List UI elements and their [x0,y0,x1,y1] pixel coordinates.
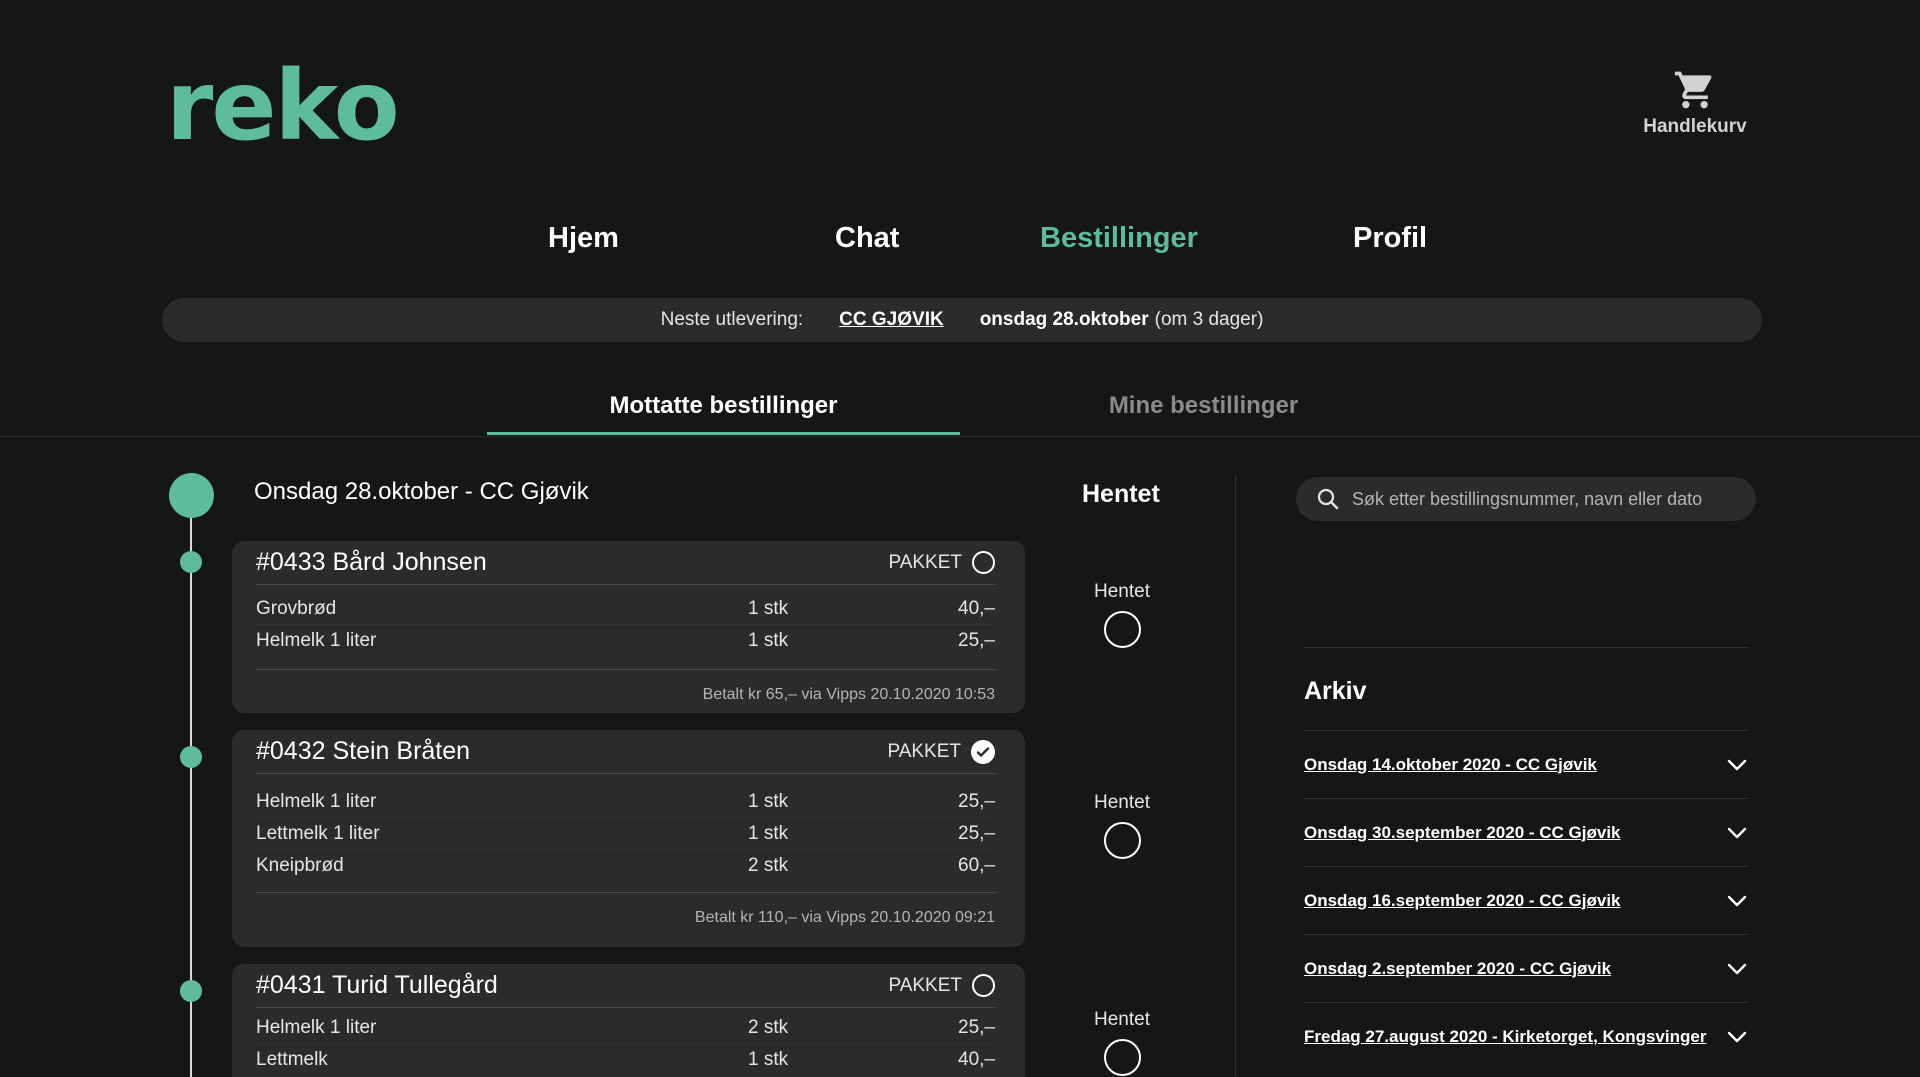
item-price: 40,– [958,1049,995,1070]
archive-link[interactable]: Onsdag 16.september 2020 - CC Gjøvik [1304,891,1621,911]
timeline-group-marker [169,473,214,518]
packed-toggle[interactable]: PAKKET [888,551,995,574]
payment-info: Betalt kr 110,– via Vipps 20.10.2020 09:… [256,892,995,942]
item-qty: 1 stk [748,790,789,812]
chevron-down-icon[interactable] [1726,754,1748,776]
archive-title: Arkiv [1304,677,1367,705]
cart-icon [1674,71,1712,109]
active-tab-indicator [487,432,960,435]
hentet-heading: Hentet [1082,480,1160,508]
hentet-toggle[interactable]: Hentet [1080,581,1164,648]
chevron-down-icon[interactable] [1726,890,1748,912]
archive-item[interactable]: Fredag 27.august 2020 - Kirketorget, Kon… [1304,1002,1748,1070]
timeline-dot [180,551,202,573]
cart-button[interactable]: Handlekurv [1630,68,1760,138]
tabs-divider [0,436,1920,437]
archive-item[interactable]: Onsdag 30.september 2020 - CC Gjøvik [1304,798,1748,866]
cart-label: Handlekurv [1643,116,1747,137]
item-qty: 1 stk [748,822,789,844]
chevron-down-icon[interactable] [1726,958,1748,980]
chevron-down-icon[interactable] [1726,1026,1748,1048]
archive-link[interactable]: Onsdag 14.oktober 2020 - CC Gjøvik [1304,755,1597,775]
item-price: 25,– [958,790,995,812]
archive-item[interactable]: Onsdag 2.september 2020 - CC Gjøvik [1304,934,1748,1002]
group-title: Onsdag 28.oktober - CC Gjøvik [254,478,589,505]
tab-received-orders[interactable]: Mottatte bestillinger [487,392,960,420]
unchecked-circle-icon[interactable] [1103,822,1141,859]
archive-list: Onsdag 14.oktober 2020 - CC Gjøvik Onsda… [1304,730,1748,1070]
delivery-relative: (om 3 dager) [1154,309,1264,330]
chevron-down-icon[interactable] [1726,822,1748,844]
hentet-label: Hentet [1094,581,1150,602]
next-delivery-bar: Neste utlevering: CC GJØVIK onsdag 28.ok… [162,298,1762,342]
packed-label: PAKKET [888,974,962,996]
hentet-label: Hentet [1094,792,1150,813]
item-qty: 1 stk [748,597,789,619]
order-line: Kneipbrød 2 stk 60,– [256,850,995,882]
archive-divider [1304,647,1748,648]
delivery-place-link[interactable]: CC GJØVIK [839,309,944,331]
search-input[interactable] [1352,488,1752,510]
order-line: Lettmelk 1 liter 1 stk 25,– [256,818,995,850]
nav-bestillinger[interactable]: Bestillinger [1040,222,1198,255]
item-name: Helmelk 1 liter [256,1016,377,1038]
payment-info: Betalt kr 65,– via Vipps 20.10.2020 10:5… [256,669,995,719]
order-card[interactable]: #0433 Bård Johnsen PAKKET Grovbrød 1 stk… [232,541,1025,713]
item-name: Lettmelk [256,1049,328,1070]
order-line: Helmelk 1 liter 2 stk 25,– [256,1012,995,1044]
item-name: Lettmelk 1 liter [256,822,380,844]
item-name: Grovbrød [256,597,337,619]
order-line: Grovbrød 1 stk 40,– [256,593,995,625]
item-qty: 2 stk [748,1016,789,1038]
order-title: #0432 Stein Bråten [256,737,471,765]
item-price: 25,– [958,630,995,651]
reko-logo[interactable]: reko [166,58,400,154]
nav-hjem[interactable]: Hjem [548,222,619,255]
item-name: Helmelk 1 liter [256,630,377,651]
hentet-label: Hentet [1094,1009,1150,1030]
archive-item[interactable]: Onsdag 14.oktober 2020 - CC Gjøvik [1304,730,1748,798]
item-price: 40,– [958,597,995,619]
packed-toggle[interactable]: PAKKET [888,974,995,997]
timeline-dot [180,746,202,768]
order-card[interactable]: #0432 Stein Bråten PAKKET Helmelk 1 lite… [232,730,1025,947]
archive-link[interactable]: Onsdag 2.september 2020 - CC Gjøvik [1304,959,1611,979]
search-icon [1317,488,1339,510]
order-line: Helmelk 1 liter 1 stk 25,– [256,625,995,657]
search-box[interactable] [1296,477,1756,521]
order-line: Lettmelk 1 stk 40,– [256,1044,995,1076]
item-qty: 1 stk [748,1049,789,1070]
packed-toggle[interactable]: PAKKET [887,739,995,764]
hentet-toggle[interactable]: Hentet [1080,792,1164,859]
archive-link[interactable]: Fredag 27.august 2020 - Kirketorget, Kon… [1304,1027,1706,1047]
item-price: 25,– [958,822,995,844]
order-title: #0431 Turid Tullegård [256,971,498,999]
timeline-dot [180,980,202,1002]
item-price: 25,– [958,1016,995,1038]
archive-item[interactable]: Onsdag 16.september 2020 - CC Gjøvik [1304,866,1748,934]
item-qty: 2 stk [748,855,789,876]
item-qty: 1 stk [748,630,789,651]
item-name: Kneipbrød [256,855,344,876]
unchecked-circle-icon[interactable] [972,974,995,997]
check-circle-icon[interactable] [971,739,995,764]
item-name: Helmelk 1 liter [256,790,377,812]
nav-profil[interactable]: Profil [1353,222,1427,255]
item-price: 60,– [958,855,995,876]
hentet-toggle[interactable]: Hentet [1080,1009,1164,1076]
next-delivery-label: Neste utlevering: [660,309,804,330]
tab-my-orders[interactable]: Mine bestillinger [1010,392,1397,420]
unchecked-circle-icon[interactable] [1103,611,1141,648]
delivery-date: onsdag 28.oktober [979,309,1149,330]
unchecked-circle-icon[interactable] [1103,1039,1141,1076]
nav-chat[interactable]: Chat [835,222,899,255]
packed-label: PAKKET [887,740,961,762]
packed-label: PAKKET [888,551,962,573]
order-card[interactable]: #0431 Turid Tullegård PAKKET Helmelk 1 l… [232,964,1025,1077]
order-title: #0433 Bård Johnsen [256,548,487,576]
order-line: Helmelk 1 liter 1 stk 25,– [256,786,995,818]
archive-link[interactable]: Onsdag 30.september 2020 - CC Gjøvik [1304,823,1621,843]
unchecked-circle-icon[interactable] [972,551,995,574]
column-divider [1235,474,1236,1077]
